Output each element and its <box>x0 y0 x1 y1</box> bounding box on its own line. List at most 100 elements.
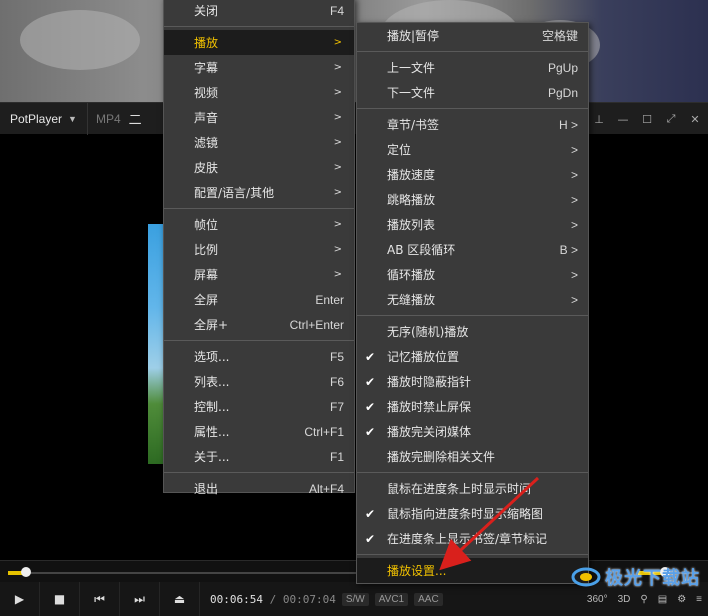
time-separator: / <box>269 592 277 606</box>
menu-item[interactable]: 声音 > <box>164 105 354 130</box>
submenu-item[interactable]: ✔ 播放完关闭媒体 <box>357 419 588 444</box>
playlist-icon[interactable]: ▤ <box>658 594 667 605</box>
main-context-menu: 关闭 F4 播放 > 字幕 > 视频 > 声音 > 滤镜 > 皮肤 > 配置/语言/其他 > 帧位 > 比例 > 屏幕 >… <box>163 0 355 496</box>
menu-item-shortcut: F5 <box>329 349 344 364</box>
submenu-item-label: 播放列表 <box>387 218 436 232</box>
menu-item-shortcut: Ctrl+Enter <box>289 317 344 332</box>
menu-item[interactable]: 选项... F5 <box>164 344 354 369</box>
menu-item-label: 配置/语言/其他 <box>194 186 275 200</box>
previous-button[interactable]: ⏮ <box>80 582 120 616</box>
submenu-item[interactable]: 循环播放 > <box>357 262 588 287</box>
submenu-item[interactable]: 定位 > <box>357 137 588 162</box>
menu-item[interactable]: 播放 > <box>164 30 354 55</box>
chevron-right-icon: > <box>333 187 342 198</box>
submenu-item[interactable]: ✔ 记忆播放位置 <box>357 344 588 369</box>
app-menu-button[interactable]: PotPlayer ▼ <box>0 102 88 135</box>
minimize-icon[interactable]: — <box>614 110 632 128</box>
submenu-item-label: 播放完删除相关文件 <box>387 450 496 464</box>
menu-item-label: 皮肤 <box>194 161 219 175</box>
pin-icon[interactable]: ⊥ <box>590 110 608 128</box>
chevron-right-icon: > <box>333 137 342 148</box>
badge-audio-codec[interactable]: AAC <box>414 592 443 606</box>
badge-video-codec[interactable]: AVC1 <box>374 592 409 606</box>
seek-track[interactable] <box>8 572 358 574</box>
menu-item[interactable]: 配置/语言/其他 > <box>164 180 354 205</box>
menu-item[interactable]: 全屏+ Ctrl+Enter <box>164 312 354 337</box>
gear-icon[interactable]: ⚙ <box>677 594 686 605</box>
maximize-icon[interactable]: ☐ <box>638 110 656 128</box>
submenu-item[interactable]: ✔ 鼠标指向进度条时显示缩略图 <box>357 501 588 526</box>
submenu-item-shortcut: > <box>570 192 578 207</box>
menu-item[interactable]: 列表... F6 <box>164 369 354 394</box>
submenu-item-label: 跳略播放 <box>387 193 436 207</box>
submenu-item-shortcut: H > <box>558 117 578 132</box>
submenu-item-label: 播放时禁止屏保 <box>387 400 472 414</box>
file-name: 二 <box>128 113 142 128</box>
submenu-item-label: 播放速度 <box>387 168 436 182</box>
submenu-item-label: 播放时隐蔽指针 <box>387 375 472 389</box>
submenu-item[interactable]: 上一文件 PgUp <box>357 55 588 80</box>
chevron-down-icon: ▼ <box>68 113 77 124</box>
play-button[interactable]: ▶ <box>0 582 40 616</box>
submenu-item-label: 鼠标指向进度条时显示缩略图 <box>387 507 544 521</box>
3d-button[interactable]: 3D <box>618 594 631 605</box>
menu-item[interactable]: 视频 > <box>164 80 354 105</box>
watermark: 极光下载站 <box>571 564 700 590</box>
menu-item[interactable]: 滤镜 > <box>164 130 354 155</box>
submenu-item[interactable]: AB 区段循环 B > <box>357 237 588 262</box>
submenu-item-label: 鼠标在进度条上时显示时间 <box>387 482 532 496</box>
close-icon[interactable]: ✕ <box>686 110 704 128</box>
eject-button[interactable]: ⏏ <box>160 582 200 616</box>
submenu-item[interactable]: 章节/书签 H > <box>357 112 588 137</box>
submenu-item[interactable]: 跳略播放 > <box>357 187 588 212</box>
menu-icon[interactable]: ≡ <box>696 594 702 605</box>
submenu-item[interactable]: ✔ 播放时禁止屏保 <box>357 394 588 419</box>
submenu-item[interactable]: 无缝播放 > <box>357 287 588 312</box>
submenu-item[interactable]: ✔ 在进度条上显示书签/章节标记 <box>357 526 588 551</box>
next-button[interactable]: ⏭ <box>120 582 160 616</box>
menu-item[interactable]: 属性... Ctrl+F1 <box>164 419 354 444</box>
submenu-item[interactable]: ✔ 播放时隐蔽指针 <box>357 369 588 394</box>
search-icon[interactable]: ⚲ <box>640 594 647 605</box>
app-name: PotPlayer <box>10 111 63 126</box>
checkmark-icon: ✔ <box>365 349 376 364</box>
menu-separator <box>357 315 588 316</box>
fullscreen-icon[interactable]: ⤢ <box>662 110 680 128</box>
menu-separator <box>164 26 354 27</box>
menu-item-shortcut: Ctrl+F1 <box>304 424 344 439</box>
submenu-item-shortcut: PgDn <box>547 85 578 100</box>
menu-item[interactable]: 皮肤 > <box>164 155 354 180</box>
menu-item-shortcut: F7 <box>329 399 344 414</box>
badge-renderer[interactable]: S/W <box>341 592 369 606</box>
menu-item[interactable]: 字幕 > <box>164 55 354 80</box>
submenu-item-label: 章节/书签 <box>387 118 440 132</box>
menu-item[interactable]: 关闭 F4 <box>164 0 354 23</box>
seek-knob[interactable] <box>20 567 31 577</box>
submenu-item[interactable]: 播放|暂停 空格键 <box>357 23 588 48</box>
submenu-item[interactable]: 鼠标在进度条上时显示时间 <box>357 476 588 501</box>
video-frame <box>148 224 163 464</box>
menu-item[interactable]: 比例 > <box>164 237 354 262</box>
menu-item[interactable]: 关于... F1 <box>164 444 354 469</box>
submenu-item-label: 无序(随机)播放 <box>387 325 469 339</box>
menu-item[interactable]: 屏幕 > <box>164 262 354 287</box>
stop-button[interactable]: ■ <box>40 582 80 616</box>
submenu-item[interactable]: 播放设置... <box>357 558 588 583</box>
window-buttons: ⊥ — ☐ ⤢ ✕ <box>590 103 704 135</box>
submenu-item-shortcut: 空格键 <box>541 29 578 43</box>
menu-item-label: 属性... <box>194 425 230 439</box>
submenu-item-label: 记忆播放位置 <box>387 350 460 364</box>
checkmark-icon: ✔ <box>365 531 376 546</box>
submenu-item[interactable]: 播放速度 > <box>357 162 588 187</box>
menu-item-label: 退出 <box>194 482 219 496</box>
menu-item[interactable]: 帧位 > <box>164 212 354 237</box>
menu-item[interactable]: 退出 Alt+F4 <box>164 476 354 501</box>
submenu-item[interactable]: 播放列表 > <box>357 212 588 237</box>
submenu-item[interactable]: 下一文件 PgDn <box>357 80 588 105</box>
time-total: 00:07:04 <box>282 592 336 606</box>
submenu-item[interactable]: 无序(随机)播放 <box>357 319 588 344</box>
submenu-item[interactable]: 播放完删除相关文件 <box>357 444 588 469</box>
vr-360-button[interactable]: 360° <box>587 594 608 605</box>
menu-item[interactable]: 全屏 Enter <box>164 287 354 312</box>
menu-item[interactable]: 控制... F7 <box>164 394 354 419</box>
